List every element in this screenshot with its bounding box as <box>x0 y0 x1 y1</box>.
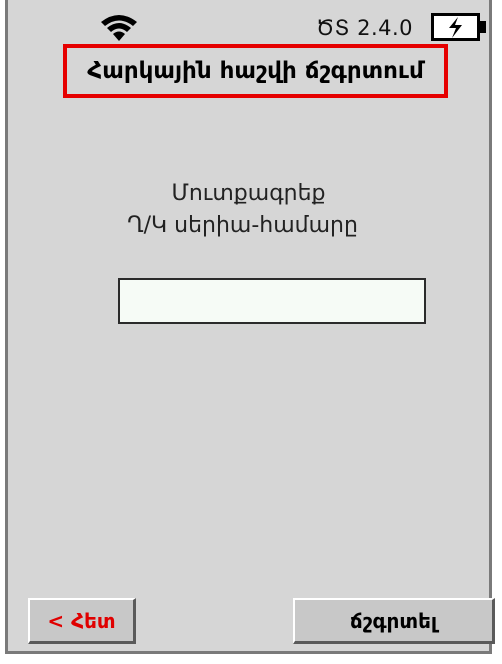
battery-charging-icon <box>431 13 486 41</box>
back-button[interactable]: < Հետ <box>28 598 136 644</box>
wifi-icon <box>101 15 137 41</box>
adjust-button[interactable]: ճշգրտել <box>293 598 495 644</box>
prompt-line-1: Մուտքագրեք <box>171 181 326 206</box>
serial-prompt: Մուտքագրեք Ղ/Կ սերիա-համարը <box>8 178 489 242</box>
serial-number-input[interactable] <box>118 278 426 324</box>
device-screen: ԾՏ 2.4.0 Հարկային հաշվի ճշգրտում Մուտքագ… <box>5 0 495 654</box>
prompt-line-2: Ղ/Կ սերիա-համարը <box>127 213 358 238</box>
page-title: Հարկային հաշվի ճշգրտում <box>63 44 448 98</box>
firmware-version: ԾՏ 2.4.0 <box>316 16 414 40</box>
